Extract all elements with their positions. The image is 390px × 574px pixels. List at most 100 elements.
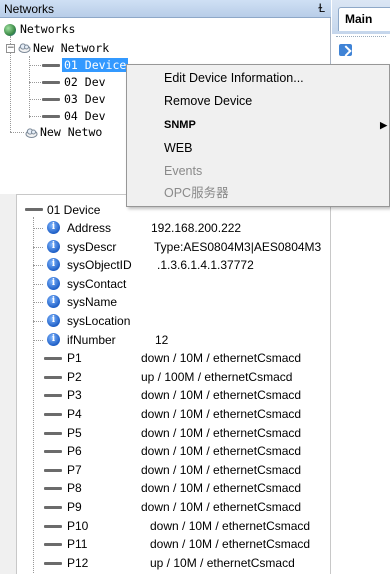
menu-item-events: Events bbox=[164, 164, 203, 178]
menu-item-remove-device[interactable]: Remove Device bbox=[127, 90, 390, 113]
info-icon: i bbox=[47, 276, 60, 290]
port-row[interactable]: P3 down / 10M / ethernetCsmacd bbox=[17, 386, 330, 404]
info-icon: i bbox=[47, 314, 60, 327]
port-status: down / 10M / ethernetCsmacd bbox=[141, 351, 302, 366]
menu-item-web[interactable]: WEB bbox=[127, 137, 390, 160]
tab-main[interactable]: Main bbox=[338, 7, 390, 31]
tree-connector bbox=[29, 116, 41, 117]
port-name: P2 bbox=[67, 369, 82, 384]
property-name: sysObjectID bbox=[67, 258, 132, 273]
tree-node-network-2[interactable]: New Netwo bbox=[40, 125, 102, 140]
port-icon bbox=[44, 413, 62, 416]
tree-node-label: 03 Dev bbox=[64, 92, 106, 106]
tree-connector bbox=[10, 132, 24, 133]
networks-panel-title: Networks bbox=[4, 2, 55, 16]
port-name: P1 bbox=[67, 351, 82, 366]
tree-connector bbox=[29, 82, 41, 83]
networks-panel-header: Networks Ɫ bbox=[0, 0, 331, 18]
globe-icon bbox=[4, 24, 16, 36]
port-status: down / 10M / ethernetCsmacd bbox=[141, 425, 302, 440]
port-row[interactable]: P7 down / 10M / ethernetCsmacd bbox=[17, 461, 330, 479]
port-status: down / 10M / ethernetCsmacd bbox=[141, 481, 302, 496]
device-info-row[interactable]: i sysObjectID .1.3.6.1.4.1.37772 bbox=[17, 256, 330, 274]
pin-icon[interactable]: Ɫ bbox=[318, 1, 325, 15]
device-info-row[interactable]: i sysName bbox=[17, 293, 330, 311]
port-icon bbox=[44, 561, 62, 565]
port-name: P3 bbox=[67, 388, 82, 403]
property-value: .1.3.6.1.4.1.37772 bbox=[157, 258, 254, 273]
port-name: P10 bbox=[67, 518, 89, 533]
port-icon bbox=[44, 394, 62, 398]
port-row[interactable]: P9 down / 10M / ethernetCsmacd bbox=[17, 498, 330, 516]
device-info-row[interactable]: i Address 192.168.200.222 bbox=[17, 219, 330, 237]
tree-node-network-1[interactable]: New Network bbox=[33, 41, 109, 56]
tree-connector bbox=[33, 246, 43, 248]
tree-node-device-04[interactable]: 04 Dev bbox=[64, 109, 106, 124]
port-row[interactable]: P2 up / 100M / ethernetCsmacd bbox=[17, 368, 330, 386]
port-status: down / 10M / ethernetCsmacd bbox=[141, 500, 302, 514]
tree-connector bbox=[29, 65, 41, 66]
device-icon bbox=[42, 98, 60, 101]
tree-node-label: 04 Dev bbox=[64, 109, 106, 123]
info-icon: i bbox=[47, 332, 60, 346]
tree-node-label: New Netwo bbox=[40, 125, 103, 139]
property-name: sysDescr bbox=[67, 239, 117, 254]
port-name: P6 bbox=[67, 444, 82, 459]
device-icon bbox=[42, 81, 60, 84]
tree-connector bbox=[33, 228, 43, 229]
tree-connector bbox=[10, 52, 11, 132]
info-icon: i bbox=[47, 295, 60, 309]
tree-node-device-03[interactable]: 03 Dev bbox=[64, 92, 106, 107]
port-name: P8 bbox=[67, 481, 82, 496]
port-name: P12 bbox=[67, 555, 89, 570]
port-status: down / 10M / ethernetCsmacd bbox=[150, 518, 311, 533]
port-row[interactable]: P6 down / 10M / ethernetCsmacd bbox=[17, 442, 330, 460]
device-icon bbox=[25, 208, 43, 211]
port-name: P5 bbox=[67, 425, 82, 440]
tree-connector bbox=[29, 99, 41, 100]
collapse-toggle-icon[interactable]: − bbox=[6, 44, 15, 53]
port-status: down / 10M / ethernetCsmacd bbox=[150, 537, 311, 552]
port-icon bbox=[44, 487, 62, 491]
tree-node-label: 01 Device bbox=[62, 58, 129, 72]
device-info-row[interactable]: i sysContact bbox=[17, 275, 330, 293]
tree-node-networks-root[interactable]: Networks bbox=[20, 22, 75, 37]
port-row[interactable]: P8 down / 10M / ethernetCsmacd bbox=[17, 479, 330, 497]
properties-device-name: 01 Device bbox=[47, 203, 101, 217]
port-row[interactable]: P11 down / 10M / ethernetCsmacd bbox=[17, 535, 330, 553]
port-row[interactable]: P10 down / 10M / ethernetCsmacd bbox=[17, 517, 330, 535]
info-icon: i bbox=[47, 239, 60, 253]
property-value: 12 bbox=[155, 332, 169, 347]
port-row[interactable]: P1 down / 10M / ethernetCsmacd bbox=[17, 349, 330, 367]
context-menu: Edit Device Information... Remove Device… bbox=[126, 64, 390, 207]
tree-node-label: Networks bbox=[20, 22, 76, 36]
port-name: P9 bbox=[67, 500, 82, 514]
property-value: Type:AES0804M3|AES0804M3 bbox=[154, 239, 322, 254]
port-icon bbox=[44, 468, 62, 472]
tree-node-label: 02 Dev bbox=[64, 75, 106, 89]
menu-item-edit-device-information[interactable]: Edit Device Information... bbox=[127, 67, 390, 90]
port-status: down / 10M / ethernetCsmacd bbox=[141, 444, 302, 459]
property-name: Address bbox=[67, 221, 112, 235]
port-row[interactable]: P5 down / 10M / ethernetCsmacd bbox=[17, 424, 330, 442]
property-name: sysLocation bbox=[67, 314, 131, 328]
tree-connector bbox=[33, 302, 43, 304]
port-row[interactable]: P4 down / 10M / ethernetCsmacd bbox=[17, 405, 330, 423]
forward-arrow-icon[interactable] bbox=[339, 44, 352, 56]
device-info-row[interactable]: i sysDescr Type:AES0804M3|AES0804M3 bbox=[17, 238, 330, 256]
port-name: P4 bbox=[67, 407, 82, 421]
port-row[interactable]: P12 up / 10M / ethernetCsmacd bbox=[17, 554, 330, 572]
tree-connector bbox=[33, 339, 43, 341]
tree-node-device-02[interactable]: 02 Dev bbox=[64, 75, 106, 90]
device-info-row[interactable]: i sysLocation bbox=[17, 312, 330, 330]
tree-node-device-01[interactable]: 01 Device bbox=[62, 58, 129, 73]
device-icon bbox=[42, 115, 60, 118]
port-icon bbox=[44, 431, 62, 435]
port-icon bbox=[44, 375, 62, 379]
menu-item-snmp[interactable]: SNMP ▶ bbox=[127, 114, 390, 137]
info-icon: i bbox=[47, 258, 60, 272]
network-cloud-icon bbox=[18, 43, 31, 53]
port-icon bbox=[44, 357, 62, 361]
submenu-arrow-icon: ▶ bbox=[380, 120, 387, 130]
device-info-row[interactable]: i ifNumber 12 bbox=[17, 331, 330, 349]
